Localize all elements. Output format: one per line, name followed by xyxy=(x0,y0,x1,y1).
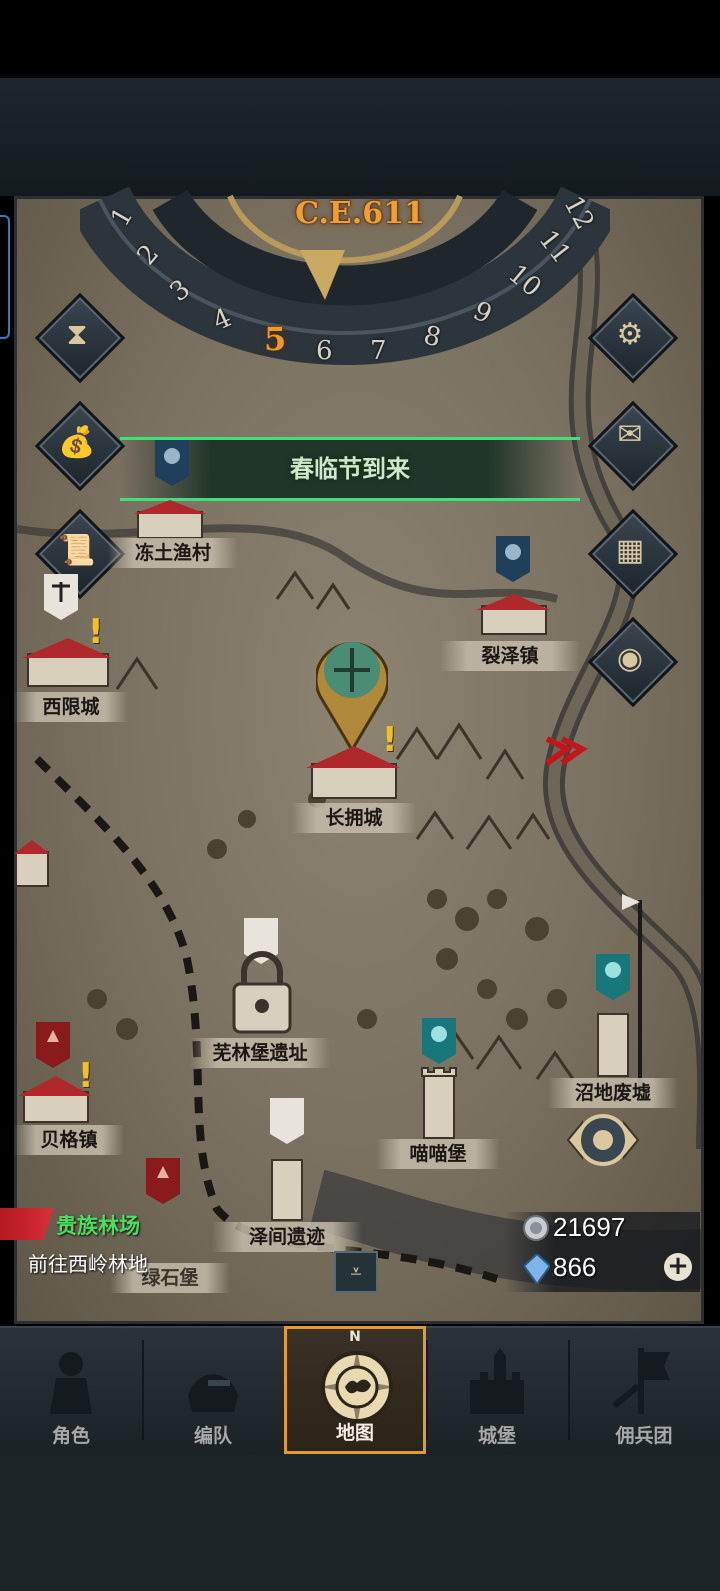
miaomiao-tower-icon[interactable] xyxy=(418,1066,460,1140)
mercenary-banner-icon xyxy=(612,1348,670,1414)
tab-character[interactable]: 角色 xyxy=(0,1326,142,1454)
tab-label: 佣兵团 xyxy=(615,1425,673,1447)
tab-label: 编队 xyxy=(193,1425,232,1447)
location-label-zhaodi[interactable]: 沼地废墟 xyxy=(548,1078,678,1108)
zejian-ruins-tower-icon[interactable] xyxy=(266,1150,308,1222)
location-label-changyong[interactable]: 长拥城 xyxy=(292,803,416,833)
alert-icon: ! xyxy=(88,612,104,652)
gear-icon: ⚙ xyxy=(616,317,644,352)
mail-icon: ✉ xyxy=(617,417,643,452)
alert-icon: ! xyxy=(382,720,398,760)
location-label-liezhe[interactable]: 裂泽镇 xyxy=(440,641,580,671)
quest-title[interactable]: 贵族林场 xyxy=(56,1210,140,1240)
add-resource-button[interactable]: + xyxy=(664,1253,692,1281)
hourglass-icon: ⧗ xyxy=(66,317,88,352)
white-faction-flag-icon xyxy=(44,574,78,620)
tab-map[interactable]: N 地图 xyxy=(284,1326,426,1454)
location-label-beige[interactable]: 贝格镇 xyxy=(14,1125,124,1155)
bottom-safe-area xyxy=(0,1454,720,1591)
locked-ruin-icon[interactable] xyxy=(226,948,298,1036)
compass-map-icon xyxy=(319,1349,395,1425)
tab-label: 角色 xyxy=(51,1425,90,1447)
red-faction-flag-icon xyxy=(146,1158,180,1204)
bag-icon: 💰 xyxy=(58,425,96,460)
location-label-xixian[interactable]: 西限城 xyxy=(14,692,128,722)
coin-icon: ◉ xyxy=(616,641,644,676)
month-7: 7 xyxy=(370,336,387,366)
tab-mercenary[interactable]: 佣兵团 xyxy=(568,1326,720,1454)
month-6: 6 xyxy=(316,336,333,366)
location-label-miaomiao[interactable]: 喵喵堡 xyxy=(376,1139,500,1169)
quest-subtitle[interactable]: 前往西岭林地 xyxy=(28,1248,148,1277)
expand-panel-button[interactable]: ⩡ xyxy=(334,1251,378,1293)
location-label-wulin[interactable]: 芜林堡遗址 xyxy=(190,1038,330,1068)
blue-faction-flag-icon xyxy=(496,536,530,582)
map-navigation-pad[interactable] xyxy=(548,1105,658,1175)
location-label-dongtu[interactable]: 冻土渔村 xyxy=(108,538,238,568)
player-helmet-marker-icon[interactable] xyxy=(316,626,388,750)
silver-coin-icon xyxy=(523,1215,549,1241)
tab-label: 城堡 xyxy=(477,1425,516,1447)
compass-north-letter: N xyxy=(349,1329,361,1345)
liezhe-town-icon[interactable] xyxy=(470,592,556,638)
event-banner[interactable]: 春临节到来 xyxy=(120,437,580,501)
red-faction-flag-icon xyxy=(36,1022,70,1068)
alert-icon: ! xyxy=(78,1056,94,1096)
helmet-icon xyxy=(188,1374,238,1412)
crystal-icon xyxy=(524,1254,550,1284)
grid-icon: ▦ xyxy=(615,533,645,568)
event-banner-text: 春临节到来 xyxy=(290,455,410,483)
crystal-count: 866 xyxy=(553,1252,597,1282)
offscreen-town-icon[interactable] xyxy=(14,838,50,888)
teal-faction-flag-icon xyxy=(422,1018,456,1064)
dongtu-village-icon[interactable] xyxy=(128,498,212,542)
neutral-flag-icon xyxy=(270,1098,304,1144)
calendar-dial xyxy=(80,186,610,366)
location-label-zejian[interactable]: 泽间遗迹 xyxy=(212,1222,362,1252)
knight-icon xyxy=(50,1352,92,1414)
progress-flag-pole-icon xyxy=(622,894,642,1090)
castle-icon xyxy=(470,1348,524,1414)
tab-castle[interactable]: 城堡 xyxy=(426,1326,568,1454)
tab-formation[interactable]: 编队 xyxy=(142,1326,284,1454)
silver-count: 21697 xyxy=(553,1212,626,1242)
tab-label: 地图 xyxy=(335,1422,374,1444)
blue-faction-flag-icon xyxy=(155,440,189,486)
left-edge-tab[interactable] xyxy=(0,215,10,339)
month-5-current: 5 xyxy=(264,320,287,358)
